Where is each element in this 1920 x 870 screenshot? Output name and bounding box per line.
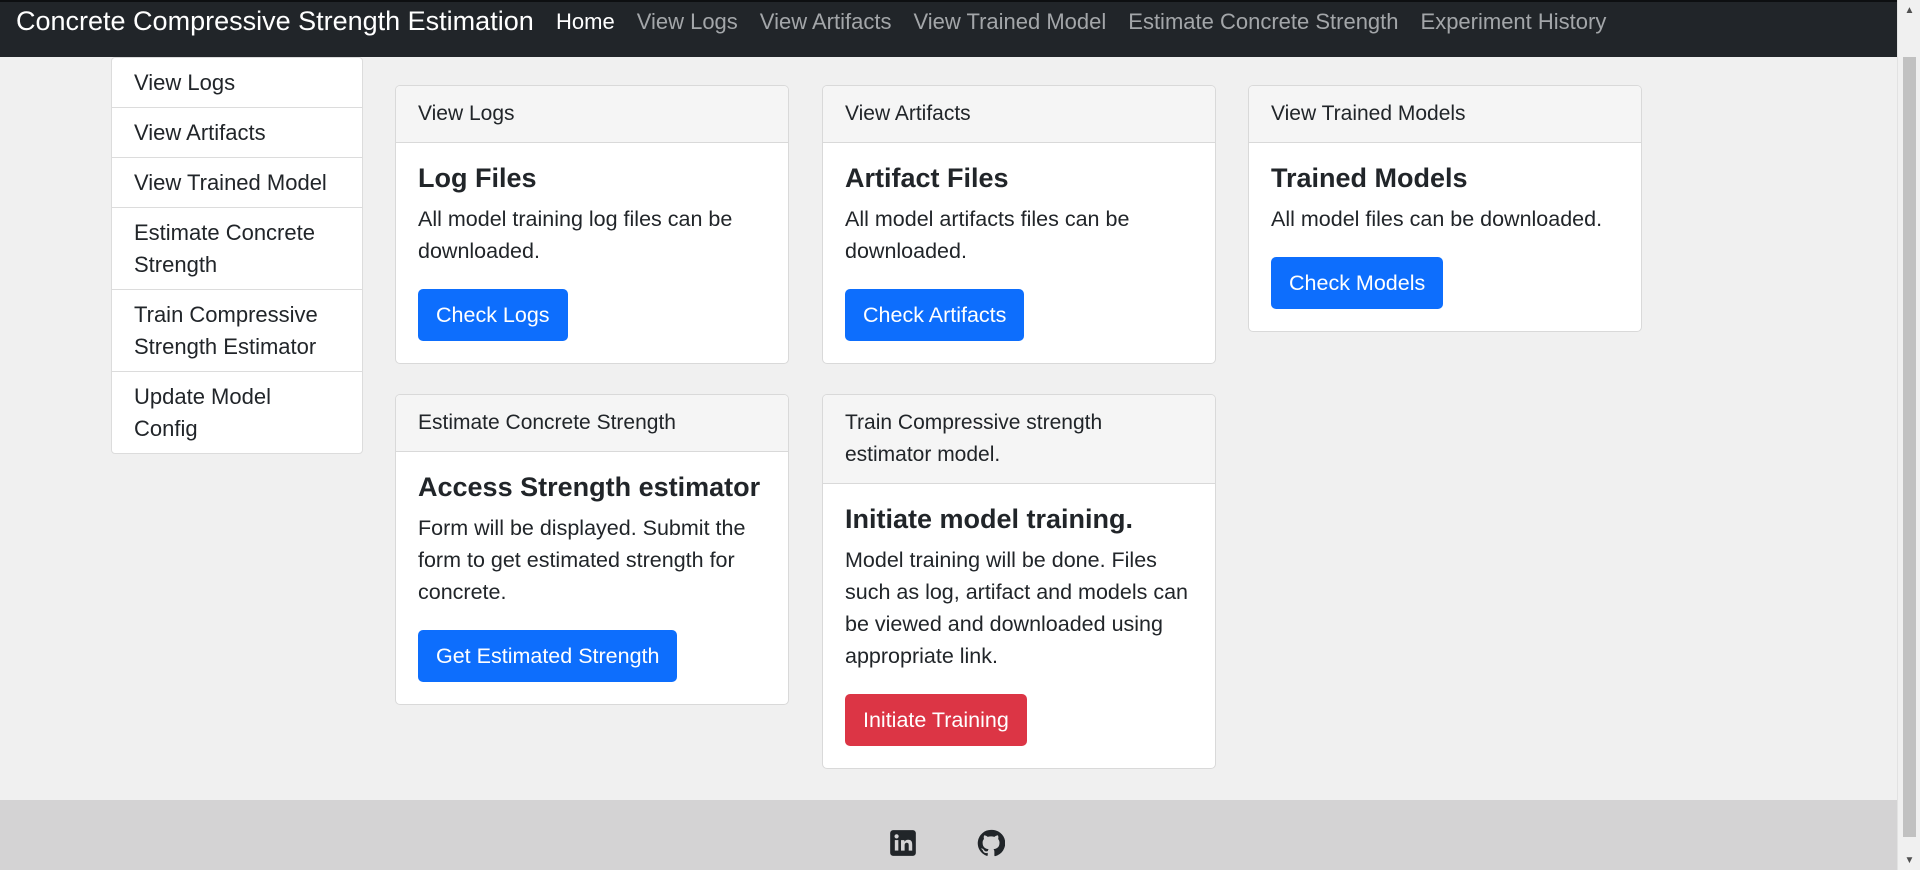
card-header: Estimate Concrete Strength (396, 395, 788, 452)
card-text: Form will be displayed. Submit the form … (418, 516, 746, 604)
card-header: View Artifacts (823, 86, 1215, 143)
card-title: Artifact Files (845, 163, 1009, 193)
check-models-button[interactable]: Check Models (1271, 257, 1444, 309)
nav-link-estimate-concrete-strength[interactable]: Estimate Concrete Strength (1128, 6, 1398, 38)
card-text: All model artifacts files can be downloa… (845, 207, 1130, 263)
sidebar-item-view-logs[interactable]: View Logs (112, 58, 362, 108)
check-logs-button[interactable]: Check Logs (418, 289, 568, 341)
nav-link-view-artifacts[interactable]: View Artifacts (760, 6, 892, 38)
sidebar-item-view-trained-model[interactable]: View Trained Model (112, 158, 362, 208)
sidebar-item-estimate-concrete-strength[interactable]: Estimate Concrete Strength (112, 208, 362, 290)
nav-link-view-logs[interactable]: View Logs (637, 6, 738, 38)
card-text: All model files can be downloaded. (1271, 207, 1603, 231)
nav-links: Home View Logs View Artifacts View Train… (556, 6, 1628, 38)
top-navbar: Concrete Compressive Strength Estimation… (0, 0, 1897, 57)
card-body: Initiate model training. Model training … (823, 484, 1215, 768)
sidebar-item-view-artifacts[interactable]: View Artifacts (112, 108, 362, 158)
card-body: Access Strength estimator Form will be d… (396, 452, 788, 704)
card-body: Log Files All model training log files c… (396, 143, 788, 363)
card-estimate-concrete-strength: Estimate Concrete Strength Access Streng… (395, 394, 789, 705)
github-icon[interactable] (977, 829, 1005, 857)
scroll-thumb[interactable] (1903, 57, 1916, 837)
card-body: Trained Models All model files can be do… (1249, 143, 1641, 331)
scroll-down-arrow-icon[interactable]: ▼ (1898, 850, 1920, 870)
initiate-training-button[interactable]: Initiate Training (845, 694, 1027, 746)
card-title: Initiate model training. (845, 504, 1134, 534)
card-title: Access Strength estimator (418, 472, 761, 502)
card-body: Artifact Files All model artifacts files… (823, 143, 1215, 363)
get-estimated-strength-button[interactable]: Get Estimated Strength (418, 630, 678, 682)
sidebar-item-train-estimator[interactable]: Train Compressive Strength Estimator (112, 290, 362, 372)
card-view-logs: View Logs Log Files All model training l… (395, 85, 789, 364)
scroll-up-arrow-icon[interactable]: ▲ (1898, 0, 1920, 20)
check-artifacts-button[interactable]: Check Artifacts (845, 289, 1025, 341)
card-text: Model training will be done. Files such … (845, 548, 1188, 668)
nav-link-experiment-history[interactable]: Experiment History (1421, 6, 1607, 38)
card-view-artifacts: View Artifacts Artifact Files All model … (822, 85, 1216, 364)
page-footer (0, 800, 1897, 870)
card-title: Trained Models (1271, 163, 1468, 193)
nav-link-home[interactable]: Home (556, 6, 615, 38)
card-header: View Trained Models (1249, 86, 1641, 143)
sidebar-item-update-model-config[interactable]: Update Model Config (112, 372, 362, 453)
card-view-trained-models: View Trained Models Trained Models All m… (1248, 85, 1642, 332)
card-train-estimator: Train Compressive strength estimator mod… (822, 394, 1216, 769)
brand-title[interactable]: Concrete Compressive Strength Estimation (16, 4, 534, 38)
vertical-scrollbar[interactable]: ▲ ▼ (1897, 0, 1920, 870)
card-title: Log Files (418, 163, 537, 193)
card-header: Train Compressive strength estimator mod… (823, 395, 1215, 484)
sidebar-menu: View Logs View Artifacts View Trained Mo… (111, 57, 363, 454)
linkedin-icon[interactable] (889, 829, 917, 857)
nav-link-view-trained-model[interactable]: View Trained Model (913, 6, 1106, 38)
card-header: View Logs (396, 86, 788, 143)
card-text: All model training log files can be down… (418, 207, 733, 263)
